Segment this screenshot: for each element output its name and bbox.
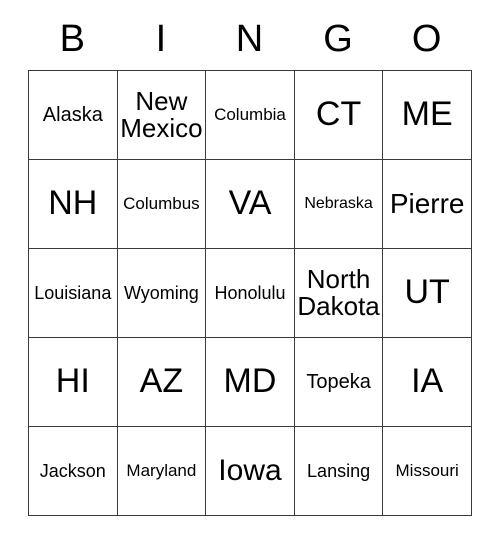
bingo-cell-label: AZ <box>139 362 184 401</box>
bingo-cell[interactable]: North Dakota <box>293 248 384 338</box>
bingo-cell[interactable]: HI <box>28 337 118 427</box>
bingo-cell[interactable]: Pierre <box>382 159 472 249</box>
bingo-cell[interactable]: Wyoming <box>116 248 207 338</box>
bingo-cell[interactable]: Maryland <box>116 426 207 516</box>
bingo-cell[interactable]: Iowa <box>205 426 295 516</box>
bingo-cell[interactable]: VA <box>205 159 295 249</box>
bingo-cell-label: Jackson <box>39 460 106 481</box>
bingo-cell[interactable]: Nebraska <box>293 159 384 249</box>
bingo-cell[interactable]: Jackson <box>28 426 118 516</box>
bingo-row: HI AZ MD Topeka IA <box>28 337 472 427</box>
bingo-row: Jackson Maryland Iowa Lansing Missouri <box>28 426 472 516</box>
bingo-cell[interactable]: ME <box>382 70 472 160</box>
bingo-cell[interactable]: Alaska <box>28 70 118 160</box>
bingo-cell-label: VA <box>228 184 272 223</box>
bingo-cell-label: CT <box>315 95 362 134</box>
bingo-card: B I N G O Alaska New Mexico Columbia CT … <box>28 0 472 516</box>
bingo-cell-label: Pierre <box>389 188 465 220</box>
bingo-cell[interactable]: CT <box>293 70 384 160</box>
bingo-cell-label: Topeka <box>306 370 371 393</box>
bingo-cell-label: North Dakota <box>297 263 380 321</box>
bingo-cell[interactable]: Columbia <box>205 70 295 160</box>
bingo-cell-label: Nebraska <box>304 194 373 212</box>
bingo-cell[interactable]: Topeka <box>293 337 384 427</box>
bingo-cell-label: ME <box>401 95 453 134</box>
bingo-grid: Alaska New Mexico Columbia CT ME NH Colu… <box>28 70 472 516</box>
bingo-cell-label: IA <box>411 362 444 401</box>
bingo-cell[interactable]: New Mexico <box>116 70 207 160</box>
bingo-cell-label: Columbia <box>214 105 286 125</box>
bingo-cell-label: Columbus <box>123 194 200 214</box>
bingo-header-row: B I N G O <box>28 0 471 70</box>
bingo-cell[interactable]: Lansing <box>293 426 384 516</box>
bingo-row: Louisiana Wyoming Honolulu North Dakota … <box>28 248 472 338</box>
bingo-header-letter-n: N <box>235 18 264 60</box>
bingo-header-letter-b: B <box>59 18 85 60</box>
bingo-cell[interactable]: Louisiana <box>28 248 118 338</box>
bingo-header-letter-i: I <box>155 18 167 60</box>
bingo-cell-label: New Mexico <box>120 85 203 143</box>
bingo-cell-label: Louisiana <box>34 282 112 303</box>
bingo-cell[interactable]: NH <box>28 159 118 249</box>
bingo-cell[interactable]: Columbus <box>116 159 207 249</box>
bingo-cell-label: Maryland <box>126 461 197 481</box>
bingo-row: NH Columbus VA Nebraska Pierre <box>28 159 472 249</box>
bingo-cell-label: NH <box>48 184 98 223</box>
bingo-cell[interactable]: Missouri <box>382 426 472 516</box>
bingo-header-letter-g: G <box>323 18 353 60</box>
bingo-cell-label: Alaska <box>42 103 103 126</box>
bingo-cell-label: HI <box>55 362 90 401</box>
bingo-cell[interactable]: IA <box>382 337 472 427</box>
bingo-header-letter-o: O <box>411 18 442 60</box>
bingo-cell-label: UT <box>404 273 450 312</box>
bingo-cell-label: Iowa <box>218 454 282 488</box>
bingo-cell[interactable]: MD <box>205 337 295 427</box>
bingo-cell[interactable]: Honolulu <box>205 248 295 338</box>
bingo-cell-label: Wyoming <box>123 282 199 303</box>
bingo-cell[interactable]: AZ <box>116 337 207 427</box>
bingo-cell-label: MD <box>223 362 277 401</box>
bingo-row: Alaska New Mexico Columbia CT ME <box>28 70 472 160</box>
bingo-cell-label: Honolulu <box>214 282 286 303</box>
bingo-cell-label: Lansing <box>307 460 371 481</box>
bingo-cell-label: Missouri <box>395 461 459 481</box>
bingo-cell[interactable]: UT <box>382 248 472 338</box>
